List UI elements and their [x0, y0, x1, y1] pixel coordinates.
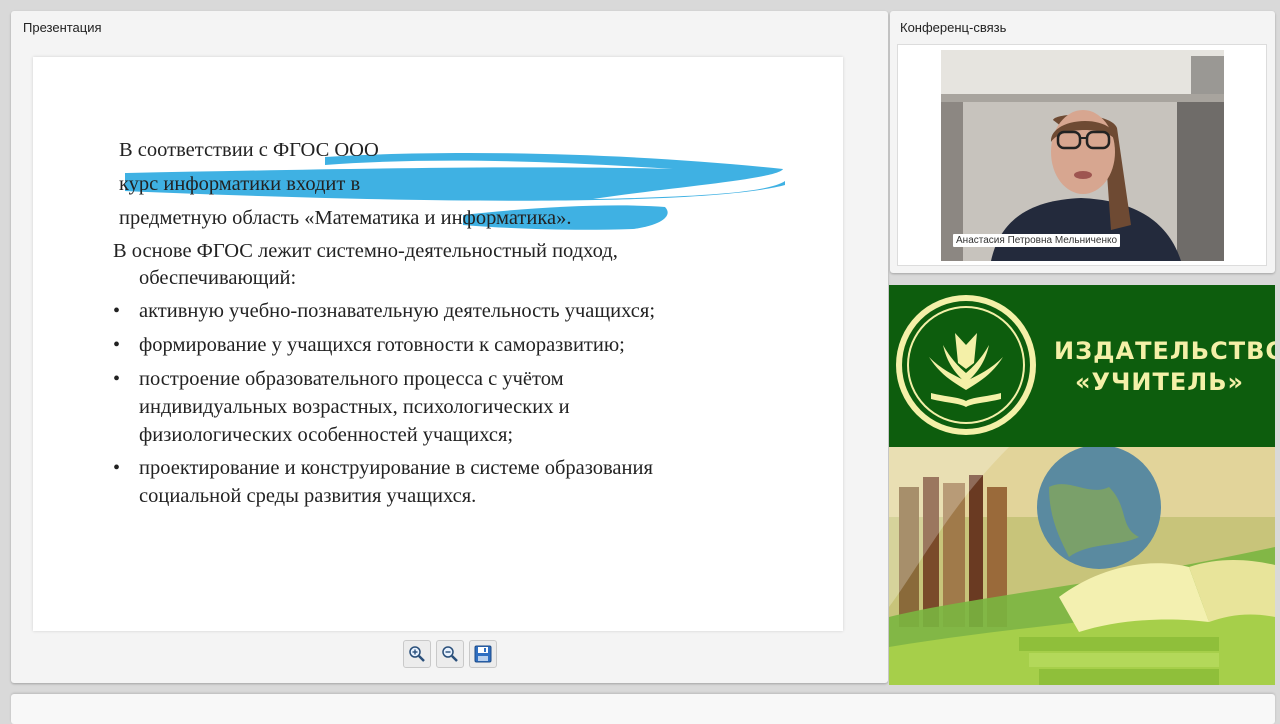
zoom-out-button[interactable]	[436, 640, 464, 668]
bullet-marker: •	[113, 368, 121, 390]
publisher-banner: ИЗДАТЕЛЬСТВО «УЧИТЕЛЬ»	[889, 285, 1275, 685]
conference-title: Конференц-связь	[900, 20, 1007, 35]
save-button[interactable]	[469, 640, 497, 668]
bullet-marker: •	[113, 457, 121, 479]
publisher-name-line-1: ИЗДАТЕЛЬСТВО	[1054, 337, 1275, 365]
participant-name-label: Анастасия Петровна Мельниченко	[953, 234, 1121, 247]
publisher-name-line-2: «УЧИТЕЛЬ»	[1075, 368, 1244, 396]
bullet-item-1: активную учебно-познавательную деятельно…	[139, 300, 656, 322]
publisher-logo-area: ИЗДАТЕЛЬСТВО «УЧИТЕЛЬ»	[889, 285, 1275, 447]
save-icon	[474, 645, 492, 663]
slide-line-4: В основе ФГОС лежит системно-деятельност…	[113, 240, 618, 262]
slide: В соответствии с ФГОС ООО курс информати…	[33, 57, 843, 631]
presentation-title: Презентация	[23, 20, 102, 35]
webcam-video	[941, 50, 1224, 261]
presentation-panel: Презентация В соответствии с ФГОС ООО ку…	[11, 11, 888, 683]
bullet-marker: •	[113, 300, 121, 322]
bullet-item-4: проектирование и конструирование в систе…	[139, 457, 653, 507]
zoom-in-button[interactable]	[403, 640, 431, 668]
bullet-item-2: формирование у учащихся готовности к сам…	[139, 334, 625, 356]
slide-line-3: предметную область «Математика и информа…	[119, 207, 572, 229]
slide-line-1: В соответствии с ФГОС ООО	[119, 139, 379, 161]
publisher-logo-icon	[896, 295, 1036, 435]
slide-line-5: обеспечивающий:	[139, 267, 297, 289]
bullet-item-3: построение образовательного процесса с у…	[139, 368, 570, 446]
webcam-picture	[941, 50, 1224, 261]
zoom-in-icon	[409, 646, 425, 662]
books-globe-illustration	[889, 447, 1275, 685]
slide-line-2: курс информатики входит в	[119, 173, 361, 195]
video-frame: Анастасия Петровна Мельниченко	[897, 44, 1267, 266]
zoom-out-icon	[442, 646, 458, 662]
conference-panel: Конференц-связь Анастасия Петровна Мельн…	[890, 11, 1275, 273]
bullet-marker: •	[113, 334, 121, 356]
